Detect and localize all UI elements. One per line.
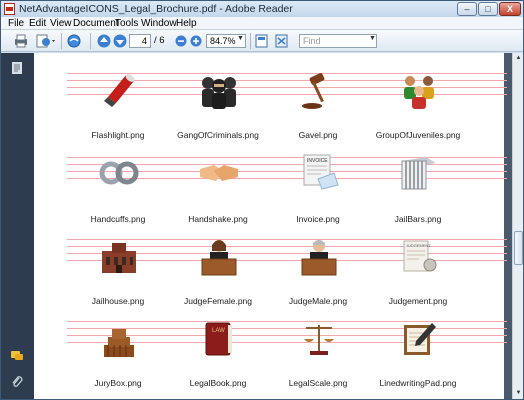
menu-file[interactable]: File [8, 18, 24, 29]
icon-label: LinedwritingPad.png [379, 378, 457, 388]
pages-icon[interactable] [10, 61, 24, 75]
toolbar-separator [90, 33, 91, 49]
menu-document[interactable]: Document [73, 18, 119, 29]
icon-label: JudgeFemale.png [183, 296, 253, 306]
window-title: NetAdvantageICONS_Legal_Brochure.pdf - A… [19, 3, 293, 15]
title-bar: NetAdvantageICONS_Legal_Brochure.pdf - A… [1, 1, 523, 17]
menu-tools[interactable]: Tools [115, 18, 138, 29]
zoom-in-button[interactable] [188, 33, 206, 49]
navigation-pane [1, 53, 34, 399]
juveniles-icon [404, 76, 434, 109]
scroll-up-icon[interactable]: ▲ [514, 54, 523, 63]
fit-page-button[interactable] [253, 33, 271, 49]
judge-male-icon [301, 240, 337, 276]
close-button[interactable]: X [499, 2, 521, 16]
collaborate-icon [67, 34, 81, 48]
handcuffs-icon [99, 161, 139, 185]
adobe-reader-window: NetAdvantageICONS_Legal_Brochure.pdf - A… [0, 0, 524, 400]
legalscale-icon [304, 325, 334, 355]
icon-label: Gavel.png [298, 130, 338, 140]
pdf-page: Flashlight.png GangOfCriminals.png Gavel… [34, 53, 507, 399]
chevron-down-icon[interactable]: ▼ [237, 35, 244, 42]
save-email-icon [36, 34, 55, 48]
document-area[interactable]: Flashlight.png GangOfCriminals.png Gavel… [34, 53, 512, 399]
full-screen-button[interactable] [273, 33, 291, 49]
fit-page-icon [255, 34, 268, 48]
jailhouse-icon [102, 243, 136, 273]
criminals-icon [202, 77, 236, 109]
menu-window[interactable]: Window [141, 18, 177, 29]
vertical-scrollbar[interactable]: ▲ ▼ [512, 53, 523, 399]
icon-label: JuryBox.png [94, 378, 142, 388]
icon-label: Handcuffs.png [90, 214, 146, 224]
zoom-out-icon [175, 35, 187, 47]
icon-label: LegalScale.png [288, 378, 348, 388]
svg-text:LAW: LAW [212, 328, 225, 334]
expand-icon [275, 34, 288, 48]
gavel-icon [302, 73, 325, 109]
scrollbar-thumb[interactable] [514, 231, 523, 265]
arrow-down-icon [113, 34, 127, 48]
toolbar-separator [250, 33, 251, 49]
menu-view[interactable]: View [50, 18, 72, 29]
icon-label: JailBars.png [394, 214, 442, 224]
icon-label: GroupOfJuveniles.png [375, 130, 461, 140]
pdf-app-icon [4, 3, 15, 15]
icon-label: Flashlight.png [91, 130, 145, 140]
collaborate-button[interactable] [65, 33, 83, 49]
handshake-icon [200, 165, 238, 181]
jailbars-icon [401, 157, 436, 190]
icon-label: Jailhouse.png [91, 296, 145, 306]
toolbar: 4 / 6 84.7% ▼ Find ▼ [1, 30, 523, 52]
judgement-icon: JUDGEMENT [403, 240, 437, 272]
judge-female-icon [201, 240, 237, 276]
flashlight-icon [104, 74, 135, 107]
comments-icon[interactable] [10, 349, 24, 363]
minimize-button[interactable]: – [457, 2, 477, 16]
icon-label: Handshake.png [188, 214, 248, 224]
icon-label: GangOfCriminals.png [177, 130, 259, 140]
icon-label: LegalBook.png [189, 378, 247, 388]
invoice-icon: INVOICE [303, 154, 339, 190]
find-input[interactable]: Find [299, 34, 377, 48]
save-button[interactable] [35, 33, 55, 49]
menu-bar: File Edit View Document Tools Window Hel… [1, 17, 523, 30]
menu-edit[interactable]: Edit [29, 18, 46, 29]
svg-text:INVOICE: INVOICE [307, 158, 328, 164]
menu-help[interactable]: Help [176, 18, 197, 29]
icon-label: Invoice.png [296, 214, 340, 224]
icon-label: Judgement.png [388, 296, 448, 306]
legalbook-icon: LAW [205, 322, 232, 356]
icon-label: JudgeMale.png [288, 296, 348, 306]
next-page-button[interactable] [111, 33, 129, 49]
page-total-label: / 6 [154, 35, 165, 46]
page-number-input[interactable]: 4 [129, 34, 151, 48]
printer-icon [15, 34, 27, 48]
maximize-button[interactable]: □ [478, 2, 498, 16]
jurybox-icon [104, 329, 134, 357]
chevron-down-icon[interactable]: ▼ [369, 35, 376, 42]
scroll-down-icon[interactable]: ▼ [514, 389, 523, 398]
zoom-in-icon [190, 35, 202, 47]
toolbar-separator [61, 33, 62, 49]
print-button[interactable] [12, 33, 30, 49]
attachment-icon[interactable] [10, 375, 24, 389]
svg-text:JUDGEMENT: JUDGEMENT [406, 243, 431, 248]
writingpad-icon [404, 323, 436, 355]
